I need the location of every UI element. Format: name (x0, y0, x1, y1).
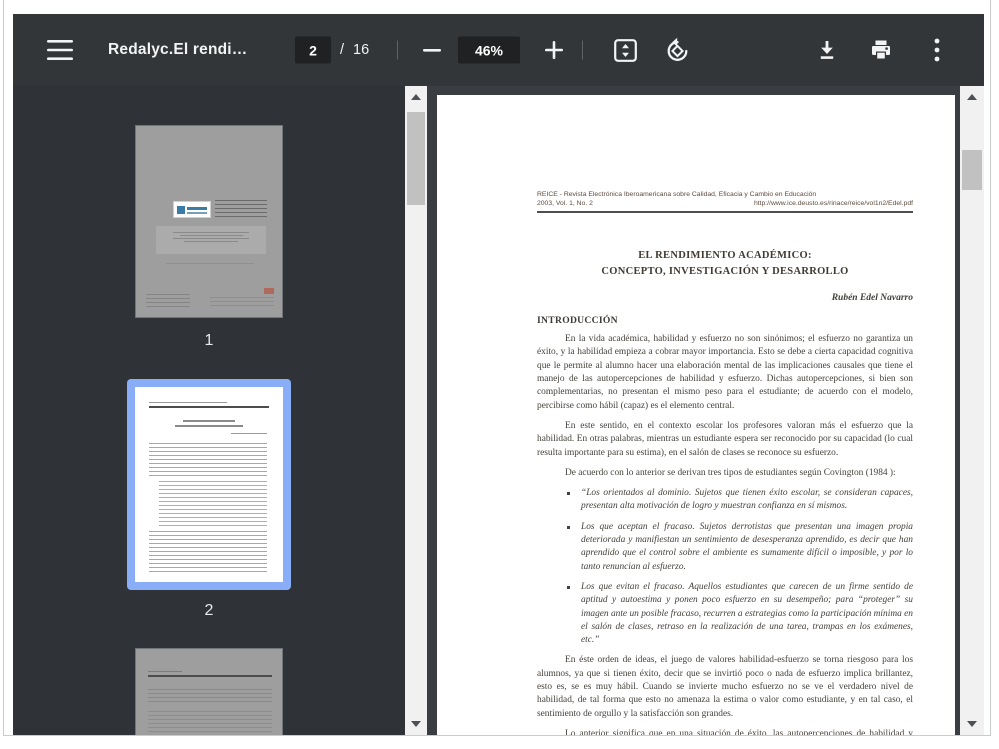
scroll-down-arrow[interactable] (405, 713, 427, 735)
zoom-level-input[interactable] (458, 36, 520, 64)
thumbnail-page-3[interactable] (135, 648, 283, 735)
paragraph: En la vida académica, habilidad y esfuer… (537, 334, 913, 411)
three-dot-menu-icon (934, 38, 940, 62)
scroll-up-arrow[interactable] (960, 86, 984, 108)
thumbnail-preview (148, 675, 272, 677)
thumbnail-preview (159, 481, 267, 527)
page-number-input[interactable] (295, 36, 331, 64)
more-options-button[interactable] (917, 30, 957, 70)
print-icon (869, 38, 893, 62)
page-divider: / (340, 42, 345, 58)
header-rule (537, 211, 913, 214)
thumbnail-preview (149, 531, 267, 575)
thumbnail-preview (148, 711, 272, 735)
viewer-content: 1 2 REICE - Revista Electrónica Iberoame… (13, 86, 984, 735)
minus-icon (423, 48, 441, 52)
thumbnail-preview (149, 402, 227, 403)
thumbnail-preview (148, 671, 182, 672)
thumbnail-preview (148, 689, 272, 705)
scroll-up-arrow[interactable] (405, 86, 427, 108)
pdf-viewer: Redalyc.El rendi… / 16 (13, 14, 984, 735)
thumbnail-preview (166, 263, 254, 264)
hamburger-icon (47, 40, 73, 60)
paragraph: Lo anterior significa que en una situaci… (565, 728, 913, 735)
journal-url: http://www.ice.deusto.es/rinace/reice/vo… (753, 199, 913, 207)
zoom-out-button[interactable] (412, 30, 452, 70)
student-types-list: “Los orientados al dominio. Sujetos que … (565, 487, 913, 647)
list-item: Los que evitan el fracaso. Aquellos estu… (565, 581, 913, 647)
document-title: Redalyc.El rendi… (108, 41, 248, 58)
article-title: EL RENDIMIENTO ACADÉMICO: CONCEPTO, INVE… (537, 248, 913, 280)
journal-volume: 2003, Vol. 1, No. 2 (537, 199, 593, 207)
document-scrollbar-thumb[interactable] (962, 150, 982, 190)
thumbnail-preview (175, 425, 243, 427)
thumbnail-preview (135, 387, 283, 582)
rotate-counterclockwise-icon (664, 37, 691, 64)
thumbnail-label-1: 1 (204, 332, 214, 349)
journal-name: REICE - Revista Electrónica Iberoamerica… (537, 191, 817, 198)
paragraph: En este sentido, en el contexto escolar … (537, 420, 913, 458)
menu-button[interactable] (40, 30, 80, 70)
sidebar-scrollbar-thumb[interactable] (407, 112, 425, 205)
download-icon (816, 39, 838, 61)
print-button[interactable] (861, 30, 901, 70)
thumbnail-page-1[interactable] (135, 125, 283, 318)
article-title-line2: CONCEPTO, INVESTIGACIÓN Y DESARROLLO (601, 266, 849, 278)
list-item: Los que aceptan el fracaso. Sujetos derr… (565, 521, 913, 574)
download-button[interactable] (807, 30, 847, 70)
scroll-down-arrow[interactable] (960, 713, 984, 735)
rotate-button[interactable] (657, 30, 697, 70)
document-scrollbar[interactable] (960, 86, 984, 735)
thumbnail-preview (215, 200, 267, 220)
thumbnail-preview (264, 288, 274, 294)
document-page-2: REICE - Revista Electrónica Iberoamerica… (437, 95, 955, 735)
thumbnail-sidebar: 1 2 (13, 86, 405, 735)
page-total: 16 (353, 42, 370, 58)
thumbnail-label-2: 2 (204, 602, 214, 619)
pdf-toolbar: Redalyc.El rendi… / 16 (13, 14, 984, 86)
thumbnail-preview (210, 297, 274, 307)
thumbnail-preview (173, 201, 211, 218)
plus-icon (545, 41, 563, 59)
thumbnail-preview (183, 420, 235, 422)
thumbnail-preview (146, 294, 190, 308)
thumbnail-preview (231, 433, 267, 434)
thumbnail-preview (149, 406, 269, 408)
paragraph: En éste orden de ideas, el juego de valo… (537, 655, 913, 719)
zoom-in-button[interactable] (534, 30, 574, 70)
toolbar-separator (582, 40, 583, 60)
sidebar-scrollbar[interactable] (405, 86, 427, 735)
article-author: Rubén Edel Navarro (831, 293, 913, 304)
list-item: “Los orientados al dominio. Sujetos que … (565, 487, 913, 514)
toolbar-separator (397, 40, 398, 60)
fit-page-icon (613, 38, 638, 63)
thumbnail-preview (149, 443, 267, 477)
section-heading: INTRODUCCIÓN (537, 315, 618, 327)
thumbnail-page-2-selected[interactable] (127, 379, 291, 590)
article-title-line1: EL RENDIMIENTO ACADÉMICO: (638, 250, 812, 262)
fit-to-page-button[interactable] (605, 30, 645, 70)
thumbnail-preview (156, 226, 266, 254)
journal-header: REICE - Revista Electrónica Iberoamerica… (537, 191, 913, 214)
paragraph: De acuerdo con lo anterior se derivan tr… (565, 467, 896, 478)
